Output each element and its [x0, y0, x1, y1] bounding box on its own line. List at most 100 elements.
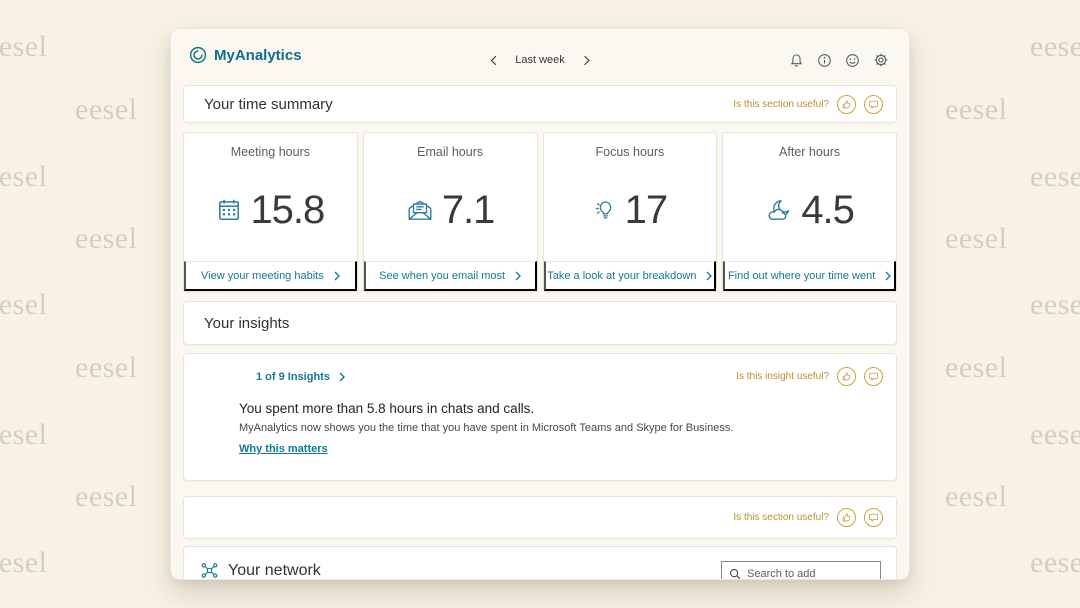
insights-pager-label: 1 of 9 Insights [256, 371, 330, 383]
search-icon [729, 568, 741, 580]
smiley-icon [845, 53, 860, 68]
meeting-hours-value: 15.8 [250, 188, 324, 233]
calendar-icon [216, 197, 242, 223]
time-summary-header: Your time summary Is this section useful… [183, 85, 897, 123]
network-section: Your network [183, 546, 897, 580]
after-hours-card: After hours 4.5 Find out where your time… [722, 132, 897, 292]
meeting-hours-card: Meeting hours 15.8 View your meeting hab… [183, 132, 358, 292]
insight-card: 1 of 9 Insights Is this insight useful? [183, 353, 897, 481]
watermark-text: eesel [75, 93, 137, 127]
period-label: Last week [515, 54, 565, 66]
watermark-text: eesel [75, 222, 137, 256]
metric-cards-row: Meeting hours 15.8 View your meeting hab… [183, 132, 897, 292]
network-graph-icon [200, 561, 219, 580]
metric-value-row: 15.8 [184, 159, 357, 261]
watermark-text: eesel [1030, 418, 1080, 452]
app-header: MyAnalytics Last week [171, 29, 909, 81]
comment-icon [868, 512, 879, 523]
chevron-right-icon [334, 271, 340, 281]
time-went-link[interactable]: Find out where your time went [723, 261, 896, 291]
chevron-left-icon [490, 55, 497, 66]
header-icon-group [787, 40, 891, 70]
insights-header: Your insights [183, 301, 897, 345]
chevron-right-icon [339, 372, 345, 382]
time-summary-feedback: Is this section useful? [733, 95, 883, 114]
network-title: Your network [228, 562, 321, 580]
moon-cloud-icon [765, 198, 793, 222]
feedback-question: Is this section useful? [733, 99, 829, 110]
watermark-text: eesel [945, 480, 1007, 514]
gear-icon [873, 52, 889, 68]
focus-hours-card: Focus hours 17 Take a look at your break… [543, 132, 718, 292]
metric-title: Meeting hours [184, 145, 357, 159]
watermark-text: eesel [0, 418, 47, 452]
comment-button[interactable] [864, 508, 883, 527]
email-most-link[interactable]: See when you email most [364, 261, 537, 291]
comment-icon [868, 99, 879, 110]
after-hours-value: 4.5 [801, 188, 854, 233]
chevron-right-icon [706, 271, 712, 281]
thumbs-up-icon [841, 512, 852, 523]
insights-pager-button[interactable]: 1 of 9 Insights [256, 371, 345, 383]
thumbs-up-button[interactable] [837, 95, 856, 114]
watermark-text: eesel [75, 480, 137, 514]
watermark-text: eesel [1030, 546, 1080, 580]
info-button[interactable] [815, 51, 834, 70]
network-section-feedback-bar: Is this section useful? [183, 496, 897, 539]
watermark-text: eesel [945, 93, 1007, 127]
feedback-question: Is this insight useful? [736, 371, 829, 382]
feedback-question: Is this section useful? [733, 512, 829, 523]
comment-button[interactable] [864, 95, 883, 114]
insight-body: MyAnalytics now shows you the time that … [239, 422, 884, 434]
metric-value-row: 4.5 [723, 159, 896, 261]
network-search-box [721, 561, 881, 580]
thumbs-up-button[interactable] [837, 508, 856, 527]
thumbs-up-button[interactable] [837, 367, 856, 386]
watermark-text: eesel [0, 30, 47, 64]
dashboard-content: Your time summary Is this section useful… [171, 85, 909, 580]
comment-button[interactable] [864, 367, 883, 386]
myanalytics-logo-icon [189, 46, 207, 64]
chevron-right-icon [885, 271, 891, 281]
time-summary-title: Your time summary [204, 96, 333, 113]
breakdown-link[interactable]: Take a look at your breakdown [544, 261, 717, 291]
comment-icon [868, 371, 879, 382]
thumbs-up-icon [841, 371, 852, 382]
thumbs-up-icon [841, 99, 852, 110]
watermark-text: eesel [1030, 160, 1080, 194]
notifications-button[interactable] [787, 51, 806, 70]
watermark-text: eesel [945, 222, 1007, 256]
myanalytics-window: MyAnalytics Last week [170, 28, 910, 580]
insights-title: Your insights [204, 315, 289, 332]
why-this-matters-link[interactable]: Why this matters [239, 443, 328, 455]
watermark-text: eesel [75, 351, 137, 385]
insight-headline: You spent more than 5.8 hours in chats a… [239, 401, 884, 416]
watermark-text: eesel [0, 546, 47, 580]
network-search-input[interactable] [747, 568, 889, 580]
metric-value-row: 7.1 [364, 159, 537, 261]
metric-title: Email hours [364, 145, 537, 159]
feedback-smiley-button[interactable] [843, 51, 862, 70]
email-hours-card: Email hours 7.1 See when you email most [363, 132, 538, 292]
watermark-text: eesel [1030, 30, 1080, 64]
network-title-group: Your network [200, 561, 321, 580]
previous-period-button[interactable] [488, 53, 499, 68]
insight-feedback: Is this insight useful? [736, 367, 883, 386]
watermark-text: eesel [0, 160, 47, 194]
open-email-icon [406, 198, 434, 222]
watermark-text: eesel [0, 288, 47, 322]
watermark-text: eesel [945, 351, 1007, 385]
watermark-text: eesel [1030, 288, 1080, 322]
info-icon [817, 53, 832, 68]
settings-button[interactable] [871, 50, 891, 70]
bell-icon [789, 53, 804, 68]
metric-title: Focus hours [544, 145, 717, 159]
focus-hours-value: 17 [625, 188, 668, 233]
email-hours-value: 7.1 [442, 188, 495, 233]
insight-top-row: 1 of 9 Insights Is this insight useful? [184, 367, 896, 386]
meeting-habits-link[interactable]: View your meeting habits [184, 261, 357, 291]
chevron-right-icon [583, 55, 590, 66]
next-period-button[interactable] [581, 53, 592, 68]
metric-title: After hours [723, 145, 896, 159]
period-navigation: Last week [488, 29, 592, 81]
